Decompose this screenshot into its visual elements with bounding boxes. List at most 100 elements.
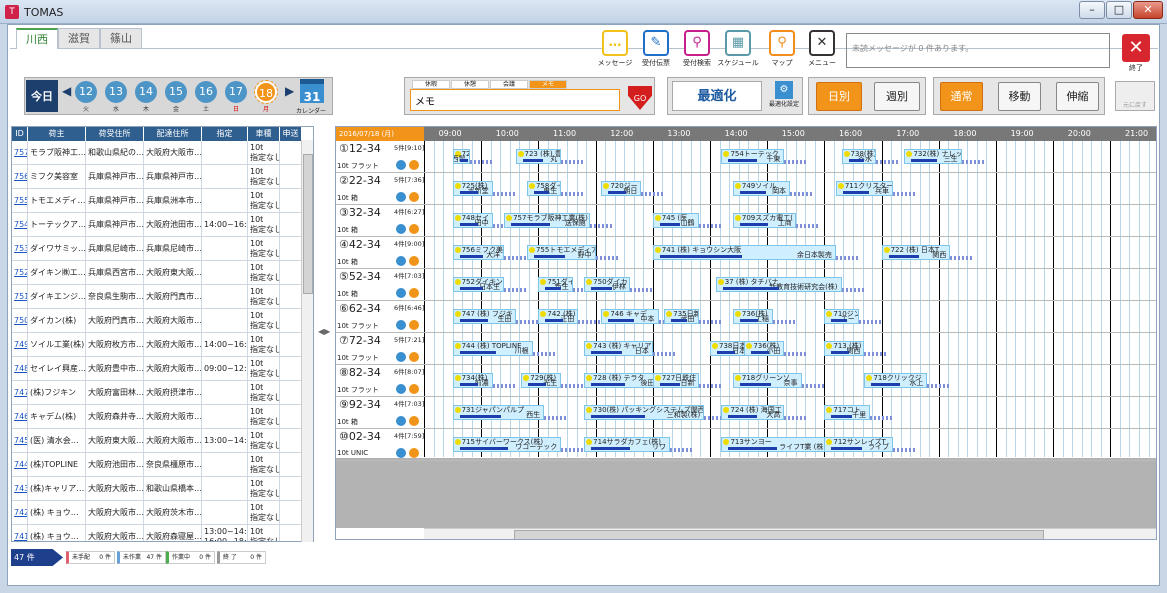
table-cell[interactable]: 757	[12, 141, 28, 165]
table-row[interactable]: 757 モラブ阪神工… 和歌山県紀の… 大阪府大阪市… 10t 指定なし	[12, 141, 302, 165]
route-icon[interactable]	[396, 416, 406, 426]
table-cell[interactable]: 741	[12, 525, 28, 541]
map-pin-icon[interactable]	[409, 256, 419, 266]
delivery-bar[interactable]: 755トモエメディア(野中	[526, 245, 596, 260]
map-pin-icon[interactable]	[409, 384, 419, 394]
table-row[interactable]: 755 トモエメディ… 兵庫県神戸市… 兵庫県洲本市… 10t 指定なし	[12, 189, 302, 213]
delivery-bar[interactable]: 745 (医 山鶴	[652, 213, 699, 228]
table-cell[interactable]: 756	[12, 165, 28, 189]
table-scrollbar[interactable]	[301, 140, 313, 542]
table-cell[interactable]: 751	[12, 285, 28, 309]
vehicle-row[interactable]: ⑧82-34 6件[8:07] 10t フラット 734(株) 前濃 729(株) 光生 72…	[336, 365, 1156, 397]
table-row[interactable]: 750 ダイカン(株) 大阪府門真市… 大阪府大阪市… 10t 指定なし	[12, 309, 302, 333]
vehicle-row[interactable]: ⑤52-34 4件[7:03] 10t 箱 752ダイキン㈱日本生 751ダイキ新生 75…	[336, 269, 1156, 301]
today-button[interactable]: 今日	[26, 80, 58, 112]
delivery-bar[interactable]: 731ジャパンパルプ 西生	[452, 405, 545, 420]
gantt-scrollbar[interactable]	[424, 528, 1156, 539]
undo-button[interactable]: 元に戻す	[1115, 81, 1155, 111]
delivery-bar[interactable]: 722 (株) 日本T 関西	[881, 245, 951, 260]
map-pin-icon[interactable]	[409, 416, 419, 426]
table-row[interactable]: 741(株) キョウ…大阪府大阪市…大阪府森寝屋…13:00~14:0016:0…	[12, 525, 302, 541]
date-13[interactable]: 13	[105, 81, 127, 103]
date-12[interactable]: 12	[75, 81, 97, 103]
delivery-bar[interactable]: 710ジン エー	[824, 309, 859, 324]
date-18[interactable]: 18	[254, 80, 278, 104]
route-icon[interactable]	[396, 192, 406, 202]
delivery-bar[interactable]: 736(株) 小田	[744, 341, 785, 356]
table-cell[interactable]: 753	[12, 237, 28, 261]
route-icon[interactable]	[396, 224, 406, 234]
date-16[interactable]: 16	[195, 81, 217, 103]
column-header[interactable]: 指定	[202, 127, 248, 141]
delivery-bar[interactable]: 709スズカ電工(工商	[732, 213, 796, 228]
table-cell[interactable]: 754	[12, 213, 28, 237]
table-row[interactable]: 751 ダイキエンジ… 奈良県生駒市… 大阪府門真市… 10t 指定なし	[12, 285, 302, 309]
tab-office-2[interactable]: 篠山	[100, 28, 142, 48]
column-header[interactable]: 荷受住所	[86, 127, 144, 141]
vehicle-row[interactable]: ④42-34 4件[9:00] 10t 箱 756ミフク美容大洋 755トモエメディア(…	[336, 237, 1156, 269]
table-row[interactable]: 756 ミフク美容室 兵庫県神戸市… 兵庫県神戸市… 10t 指定なし	[12, 165, 302, 189]
next-date-arrow-icon[interactable]: ▶	[285, 84, 294, 98]
date-15[interactable]: 15	[165, 81, 187, 103]
delivery-bar[interactable]: 747 (株) フジキ 生田	[452, 309, 516, 324]
table-row[interactable]: 742 (株) キョウ… 大阪府大阪市… 大阪府茨木市… 10t 指定なし	[12, 501, 302, 525]
tab-office-1[interactable]: 滋賀	[58, 28, 100, 48]
delivery-bar[interactable]: 744 (株) TOPLINE 川根	[452, 341, 533, 356]
weekly-view-button[interactable]: 週別	[874, 82, 920, 111]
delivery-bar[interactable]: 713サンヨー ライフT業 (株)	[721, 437, 831, 452]
memo-input[interactable]	[410, 89, 620, 111]
delivery-bar[interactable]: 37 (株) タチバナ 新教育技術研究会(株)	[715, 277, 842, 292]
delivery-bar[interactable]: 730(株) パッキングシステムズ関西 三和製(株)	[584, 405, 705, 420]
tab-office-0[interactable]: 川西	[16, 28, 58, 49]
maximize-button[interactable]: □	[1106, 1, 1132, 19]
table-row[interactable]: 752 ダイキン㈱エ… 兵庫県西宮市… 大阪府東大阪… 10t 指定なし	[12, 261, 302, 285]
table-cell[interactable]: 750	[12, 309, 28, 333]
table-cell[interactable]: 746	[12, 405, 28, 429]
exit-button[interactable]: ✕	[1122, 34, 1150, 62]
delivery-bar[interactable]: 718グリーンソ 奈事	[732, 373, 802, 388]
delivery-bar[interactable]: 750ダイカ 伊林	[584, 277, 630, 292]
vehicle-row[interactable]: ⑩02-34 4件[7:59] 10t UNIC 715サイバーワークス(株) ワコーテ…	[336, 429, 1156, 461]
delivery-bar[interactable]: 727日鉄住 日新	[652, 373, 699, 388]
delivery-bar[interactable]: 742 (株) 正田	[538, 309, 579, 324]
map-pin-icon[interactable]	[409, 224, 419, 234]
delivery-bar[interactable]: 728 (株) テラタ 後田	[584, 373, 659, 388]
vehicle-row[interactable]: ③32-34 4件[6:27] 10t 箱 748セイ 田中 757モラブ阪神工業(株) 送…	[336, 205, 1156, 237]
delivery-bar[interactable]: 718クリックジ 水上	[864, 373, 928, 388]
delivery-bar[interactable]: 715サイバーワークス(株) ワコーテック	[452, 437, 562, 452]
delivery-bar[interactable]: 725(株) ボ新堂	[452, 181, 493, 196]
truck-tool-button[interactable]: ▦ スケジュール	[716, 30, 760, 74]
date-14[interactable]: 14	[135, 81, 157, 103]
delivery-bar[interactable]: 720ジー 朝日	[601, 181, 642, 196]
delivery-bar[interactable]: 724 (株) 海国工 大高	[721, 405, 785, 420]
delivery-bar[interactable]: 746 キャデ 中本	[601, 309, 659, 324]
table-cell[interactable]: 752	[12, 261, 28, 285]
vehicle-row[interactable]: ②22-34 5件[7:36] 10t 箱 725(株) ボ新堂 758ダイ 鬼生 720ジー…	[336, 173, 1156, 205]
table-cell[interactable]: 745	[12, 429, 28, 453]
table-row[interactable]: 745(医) 清水会…大阪府東大阪…大阪府大阪市…13:00~14:0010t指…	[12, 429, 302, 453]
delivery-bar[interactable]: 735日新 武田	[664, 309, 699, 324]
map-pin-icon[interactable]	[409, 320, 419, 330]
memo-tab-3[interactable]: メモ	[529, 80, 567, 89]
move-mode-button[interactable]: 移動	[998, 82, 1041, 111]
delivery-bar[interactable]: 756ミフク美容大洋	[452, 245, 505, 260]
column-header[interactable]: 申送	[280, 127, 302, 141]
tools-tool-button[interactable]: ✕ メニュー	[800, 30, 844, 74]
table-row[interactable]: 748セイレイ興産…大阪府豊中市…大阪府大阪市…09:00~12:0010t指定…	[12, 357, 302, 381]
delivery-bar[interactable]: 734(株) 前濃	[452, 373, 493, 388]
column-header[interactable]: 配達住所	[144, 127, 202, 141]
delivery-bar[interactable]: 713 (株) 関西	[824, 341, 865, 356]
stretch-mode-button[interactable]: 伸縮	[1056, 82, 1099, 111]
delivery-bar[interactable]: 749ソイル 岡本	[732, 181, 791, 196]
delivery-bar[interactable]: 757モラブ阪神工業(株) 送保館	[504, 213, 590, 228]
delivery-bar[interactable]: 743 (株) キャリア 日本	[584, 341, 653, 356]
delivery-bar[interactable]: 729(株) 光生	[521, 373, 562, 388]
map-pin-tool-button[interactable]: ⚲ マップ	[760, 30, 804, 74]
scroll-thumb[interactable]	[514, 530, 1044, 539]
route-icon[interactable]	[396, 256, 406, 266]
route-icon[interactable]	[396, 160, 406, 170]
splitter-icon[interactable]: ◀▶	[318, 327, 330, 336]
vehicle-row[interactable]: ⑨92-34 4件[7:03] 10t 箱 731ジャパンパルプ 西生 730(株) パッ…	[336, 397, 1156, 429]
delivery-bar[interactable]: 723 (株) 豊丸	[515, 149, 562, 164]
memo-tab-1[interactable]: 休憩	[451, 80, 489, 89]
